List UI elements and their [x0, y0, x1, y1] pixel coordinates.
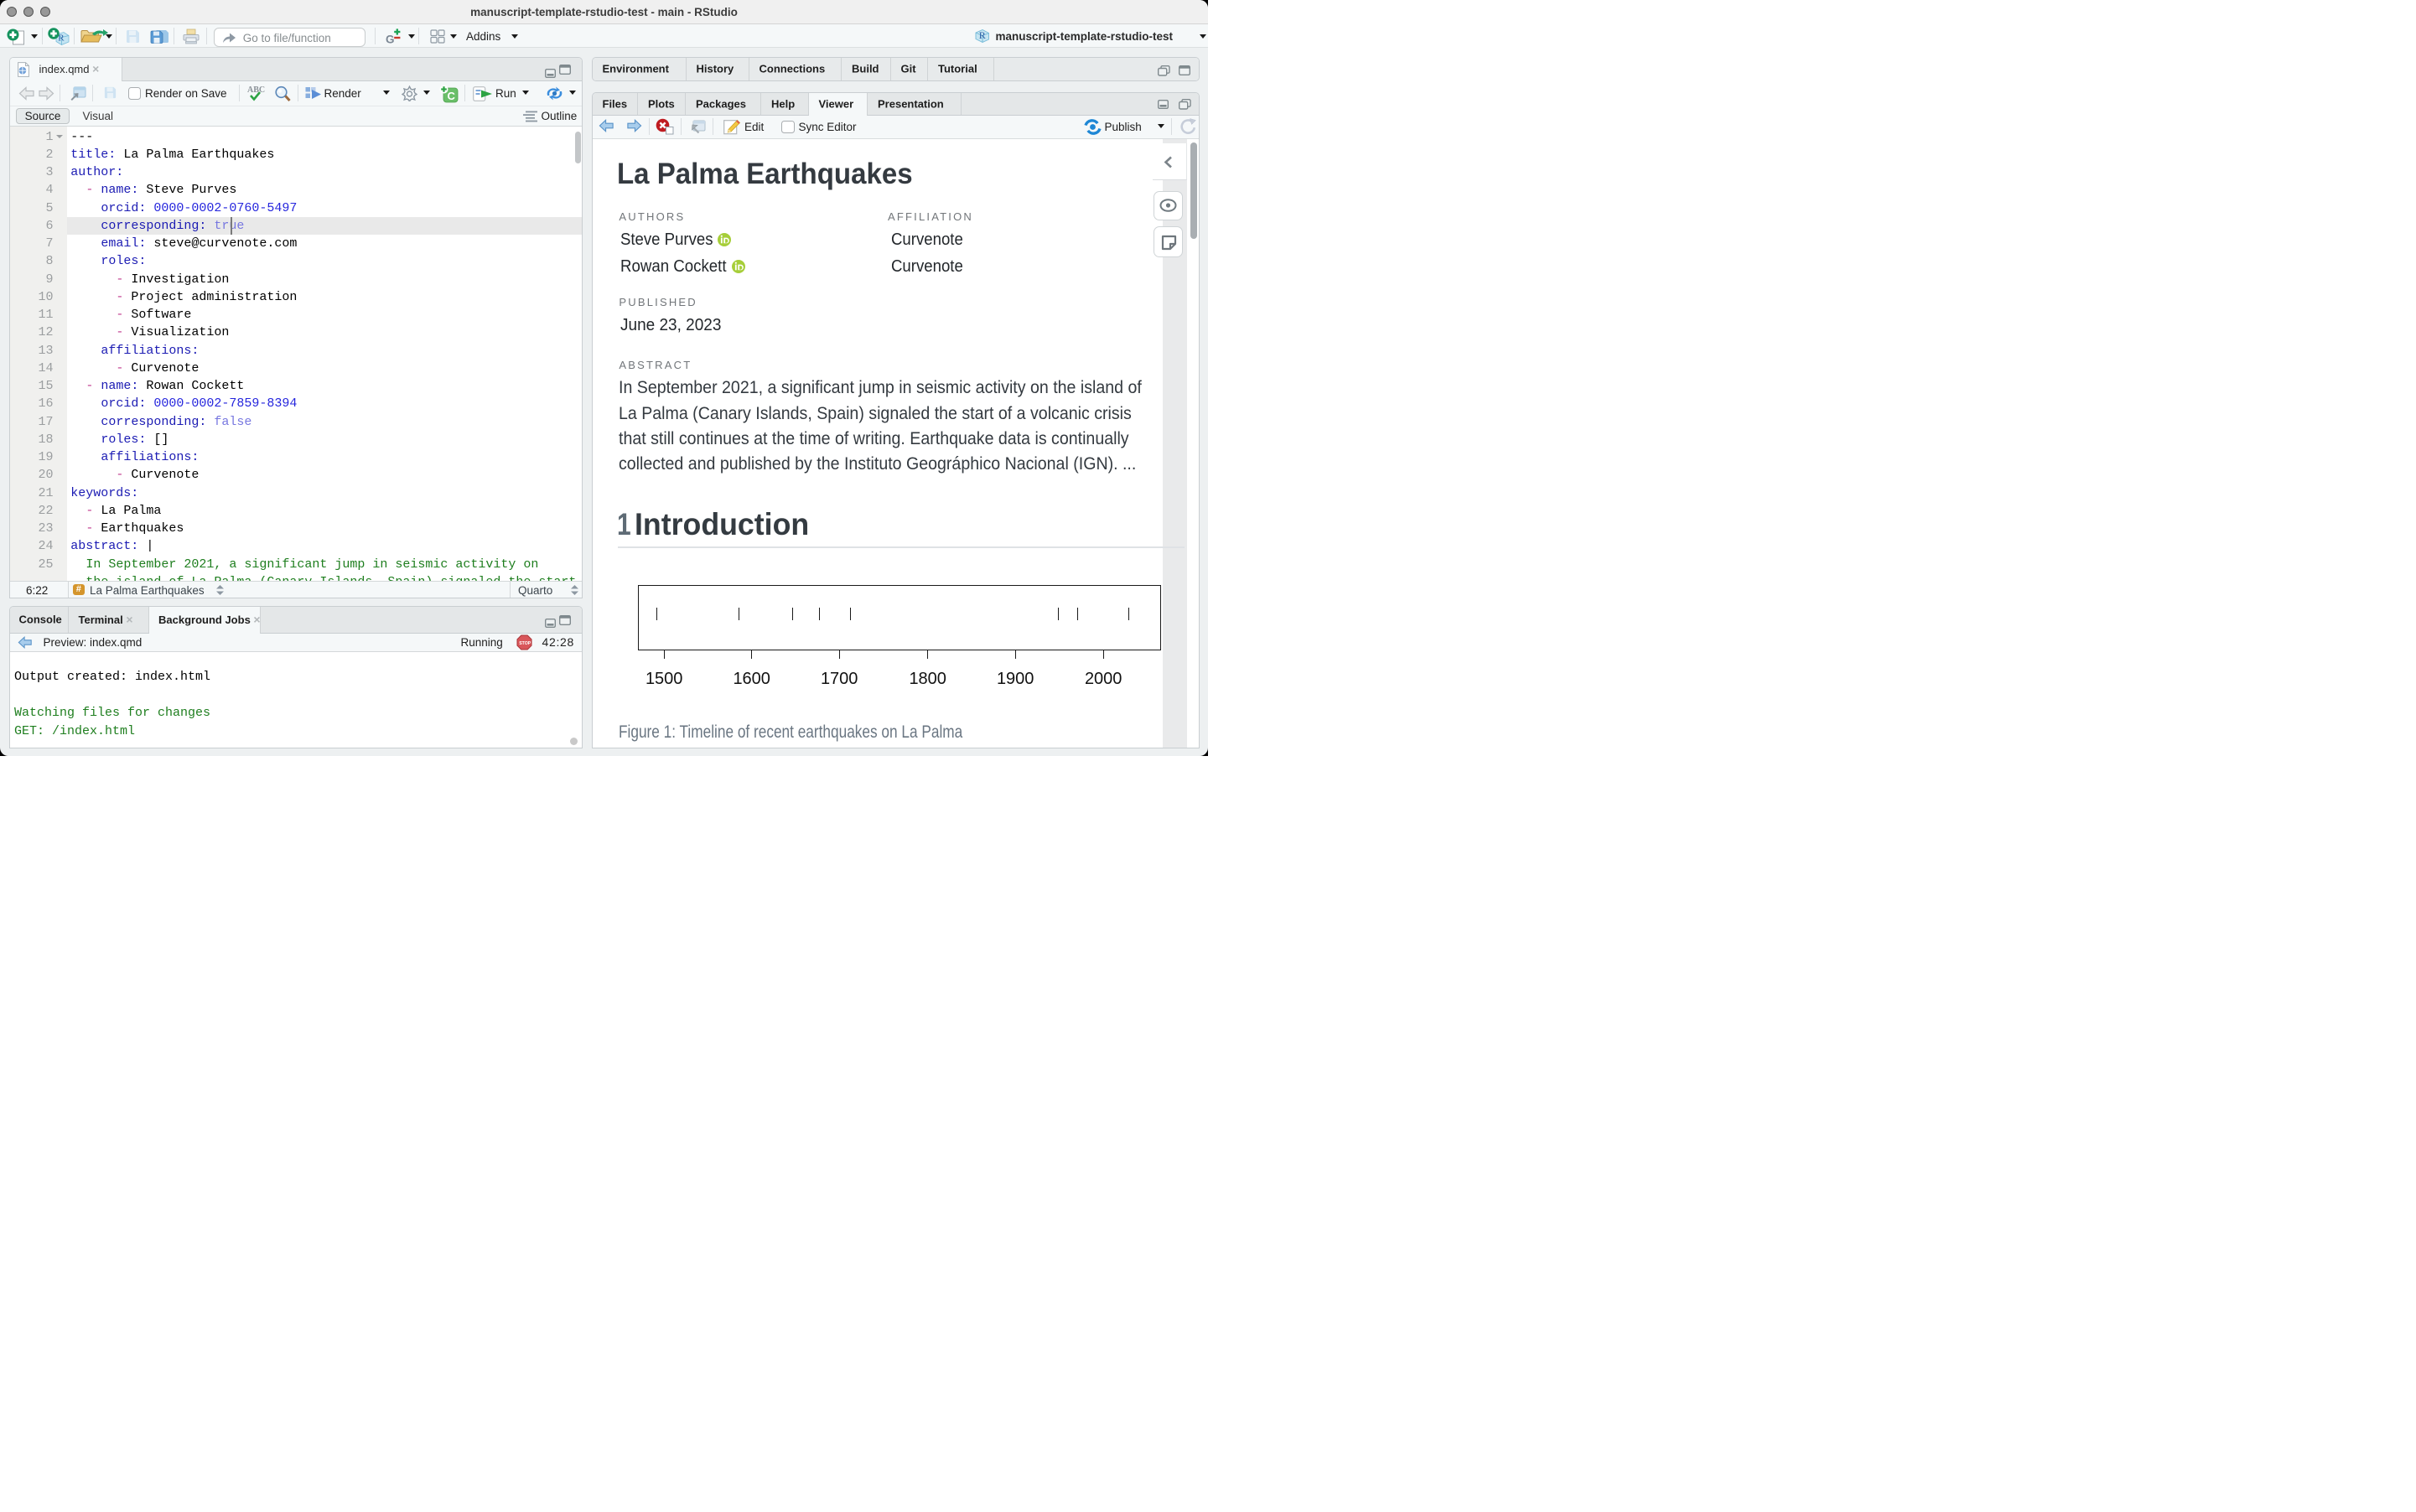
- svg-text:C: C: [447, 90, 455, 102]
- svg-text:ABC: ABC: [247, 85, 265, 95]
- svg-text:G: G: [386, 33, 395, 45]
- svg-text:R: R: [978, 29, 985, 41]
- svg-text:STOP: STOP: [519, 641, 531, 646]
